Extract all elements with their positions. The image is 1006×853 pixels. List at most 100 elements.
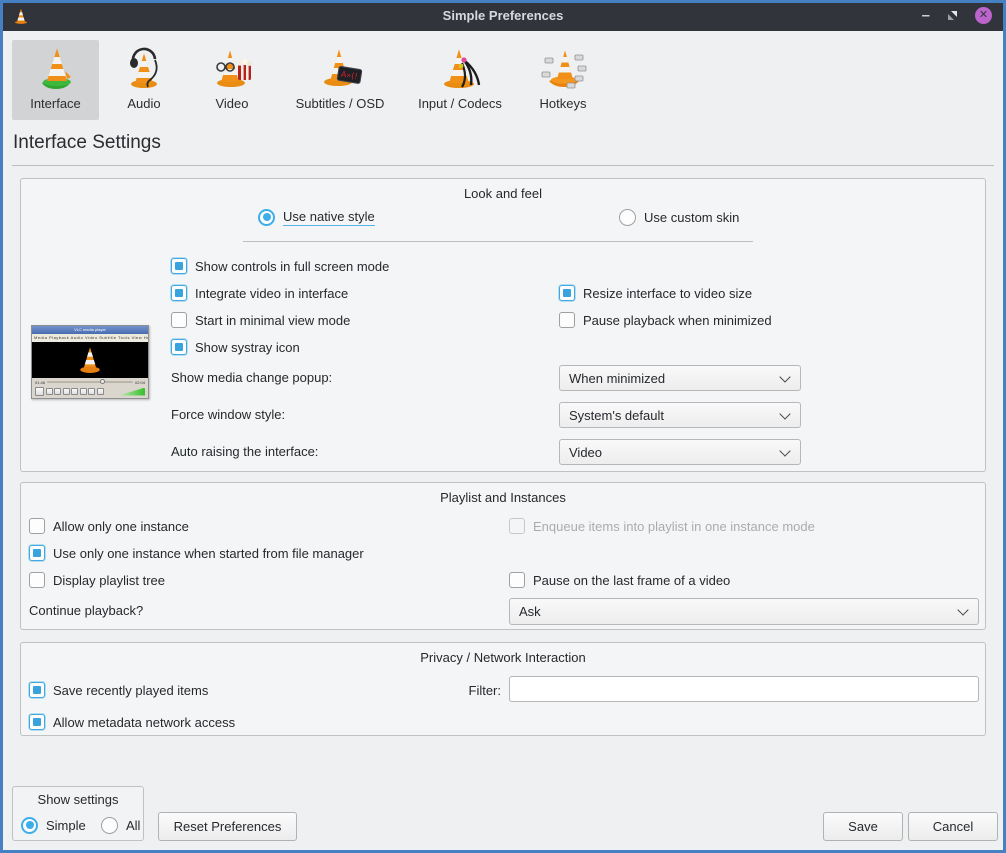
filter-input[interactable]: [509, 676, 979, 702]
radio-use-native-style[interactable]: Use native style: [258, 208, 375, 226]
checkbox-pause-last-frame[interactable]: Pause on the last frame of a video: [509, 571, 730, 589]
tab-video[interactable]: Video: [197, 40, 267, 120]
checkbox-start-minimal-view[interactable]: Start in minimal view mode: [171, 311, 350, 329]
checkbox-indicator[interactable]: [29, 682, 45, 698]
radio-label: Use custom skin: [644, 210, 739, 225]
checkbox-indicator[interactable]: [171, 339, 187, 355]
chevron-down-icon: [779, 445, 790, 456]
radio-indicator[interactable]: [258, 209, 275, 226]
group-title: Show settings: [13, 792, 143, 807]
interface-cone-icon: [32, 45, 80, 93]
group-privacy-network: Privacy / Network Interaction Save recen…: [20, 642, 986, 736]
checkbox-indicator[interactable]: [171, 312, 187, 328]
group-look-and-feel: Look and feel Use native style Use custo…: [20, 178, 986, 472]
checkbox-indicator: [509, 518, 525, 534]
chevron-down-icon: [779, 408, 790, 419]
dropdown-media-change-popup[interactable]: When minimized: [559, 365, 801, 391]
checkbox-enqueue-items-disabled: Enqueue items into playlist in one insta…: [509, 517, 815, 535]
dropdown-value: System's default: [569, 408, 664, 423]
chevron-down-icon: [779, 371, 790, 382]
tab-label: Hotkeys: [540, 96, 587, 111]
label-auto-raising: Auto raising the interface:: [171, 444, 318, 459]
checkbox-allow-one-instance[interactable]: Allow only one instance: [29, 517, 189, 535]
chevron-down-icon: [957, 604, 968, 615]
title-bar[interactable]: Simple Preferences – ✕: [0, 0, 1006, 31]
preview-seekbar: 01:46 02:04: [32, 378, 148, 386]
checkbox-pause-when-minimized[interactable]: Pause playback when minimized: [559, 311, 772, 329]
tab-label: Subtitles / OSD: [296, 96, 385, 111]
save-button[interactable]: Save: [823, 812, 903, 841]
label-filter: Filter:: [401, 683, 501, 698]
dropdown-value: Video: [569, 445, 602, 460]
checkbox-indicator[interactable]: [171, 258, 187, 274]
audio-cone-icon: [120, 45, 168, 93]
close-button[interactable]: ✕: [975, 7, 992, 24]
checkbox-resize-interface[interactable]: Resize interface to video size: [559, 284, 752, 302]
restore-button[interactable]: [946, 9, 959, 22]
radio-label: Simple: [46, 818, 86, 833]
label-continue-playback: Continue playback?: [29, 603, 143, 618]
label-media-change-popup: Show media change popup:: [171, 370, 332, 385]
input-codecs-cone-icon: [436, 45, 484, 93]
preview-time-elapsed: 01:46: [35, 380, 45, 385]
radio-show-settings-simple[interactable]: Simple: [21, 816, 86, 834]
video-cone-icon: [208, 45, 256, 93]
cancel-button[interactable]: Cancel: [908, 812, 998, 841]
vlc-preview-thumbnail: VLC media player Media Playback Audio Vi…: [31, 325, 149, 399]
label-force-window-style: Force window style:: [171, 407, 285, 422]
reset-preferences-button[interactable]: Reset Preferences: [158, 812, 297, 841]
checkbox-allow-metadata-network[interactable]: Allow metadata network access: [29, 713, 235, 731]
checkbox-save-recently-played[interactable]: Save recently played items: [29, 681, 208, 699]
group-title: Privacy / Network Interaction: [21, 650, 985, 665]
tab-interface[interactable]: Interface: [12, 40, 99, 120]
style-divider: [243, 241, 753, 242]
page-title: Interface Settings: [13, 132, 161, 154]
checkbox-display-playlist-tree[interactable]: Display playlist tree: [29, 571, 165, 589]
dropdown-value: When minimized: [569, 371, 665, 386]
preview-video-area: [32, 342, 148, 378]
dropdown-continue-playback[interactable]: Ask: [509, 598, 979, 625]
checkbox-indicator[interactable]: [559, 312, 575, 328]
tab-audio[interactable]: Audio: [109, 40, 179, 120]
checkbox-indicator[interactable]: [171, 285, 187, 301]
minimize-button[interactable]: –: [922, 8, 930, 23]
dropdown-value: Ask: [519, 604, 541, 619]
checkbox-indicator[interactable]: [29, 572, 45, 588]
heading-divider: [12, 165, 994, 166]
checkbox-indicator[interactable]: [509, 572, 525, 588]
preview-controls: [32, 386, 148, 397]
checkbox-one-instance-file-manager[interactable]: Use only one instance when started from …: [29, 544, 364, 562]
checkbox-indicator[interactable]: [29, 518, 45, 534]
checkbox-show-systray-icon[interactable]: Show systray icon: [171, 338, 300, 356]
group-show-settings: Show settings Simple All: [12, 786, 144, 841]
preview-menubar: Media Playback Audio Video Subtitle Tool…: [32, 334, 148, 342]
tab-label: Video: [215, 96, 248, 111]
radio-use-custom-skin[interactable]: Use custom skin: [619, 208, 739, 226]
dropdown-force-window-style[interactable]: System's default: [559, 402, 801, 428]
checkbox-integrate-video[interactable]: Integrate video in interface: [171, 284, 348, 302]
checkbox-indicator[interactable]: [29, 545, 45, 561]
radio-label: Use native style: [283, 209, 375, 226]
radio-show-settings-all[interactable]: All: [101, 816, 140, 834]
radio-indicator[interactable]: [619, 209, 636, 226]
tab-label: Audio: [127, 96, 160, 111]
hotkeys-cone-icon: [539, 45, 587, 93]
simple-preferences-window: Simple Preferences – ✕: [0, 0, 1006, 853]
group-playlist-instances: Playlist and Instances Allow only one in…: [20, 482, 986, 630]
preview-volume: [119, 388, 145, 396]
dropdown-auto-raising[interactable]: Video: [559, 439, 801, 465]
tab-hotkeys[interactable]: Hotkeys: [527, 40, 599, 120]
checkbox-indicator[interactable]: [559, 285, 575, 301]
tab-label: Interface: [30, 96, 81, 111]
checkbox-indicator[interactable]: [29, 714, 45, 730]
tab-input-codecs[interactable]: Input / Codecs: [403, 40, 517, 120]
group-title: Look and feel: [21, 186, 985, 201]
window-title: Simple Preferences: [0, 8, 1006, 23]
group-title: Playlist and Instances: [21, 490, 985, 505]
preview-time-total: 02:04: [135, 380, 145, 385]
preview-titlebar: VLC media player: [32, 326, 148, 334]
checkbox-show-controls-fullscreen[interactable]: Show controls in full screen mode: [171, 257, 389, 275]
radio-indicator[interactable]: [101, 817, 118, 834]
radio-indicator[interactable]: [21, 817, 38, 834]
tab-subtitles-osd[interactable]: A»(! Subtitles / OSD: [277, 40, 403, 120]
